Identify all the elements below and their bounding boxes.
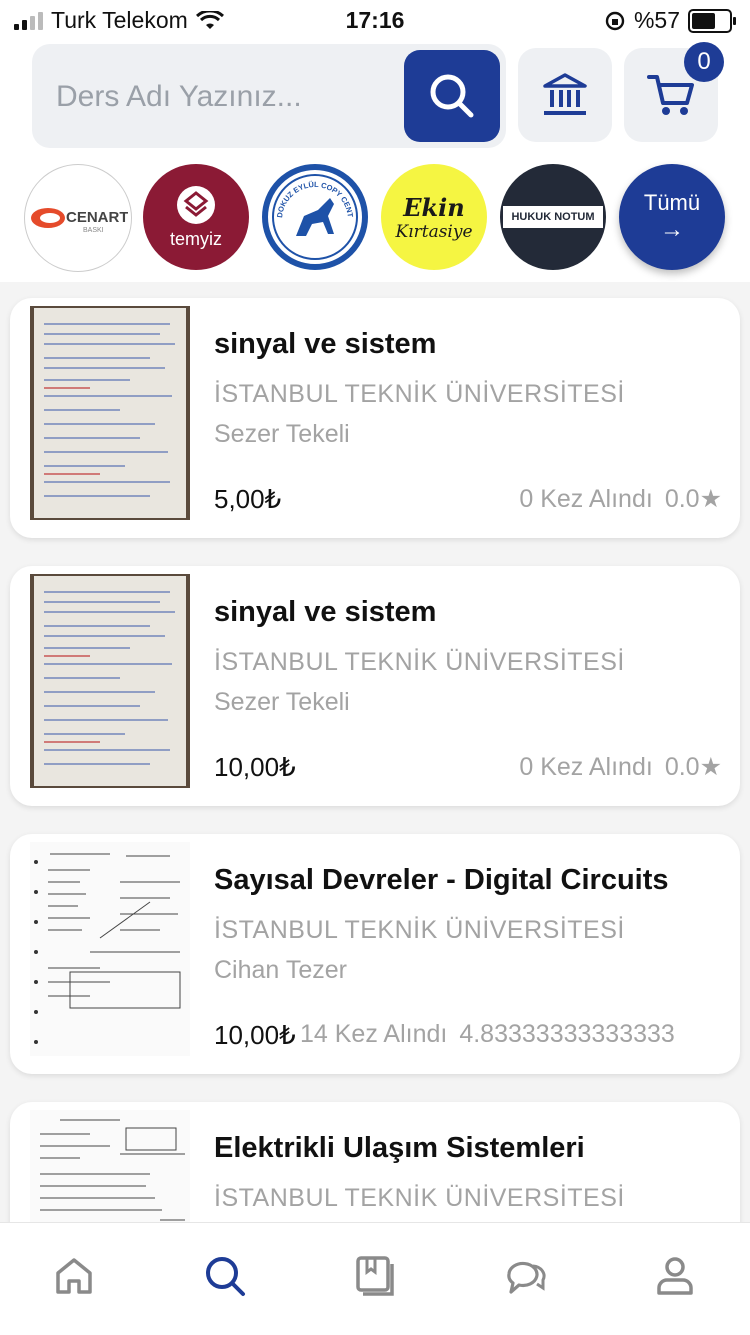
note-university: İSTANBUL TEKNİK ÜNİVERSİTESİ bbox=[214, 648, 625, 676]
note-rating-value: 4.83333333333333 bbox=[459, 1020, 675, 1048]
note-rating: 4.83333333333333 bbox=[459, 1020, 675, 1049]
status-bar: Turk Telekom 17:16 %57 bbox=[0, 0, 750, 42]
svg-text:DOKUZ EYLÜL COPY CENTER: DOKUZ EYLÜL COPY CENTER bbox=[268, 170, 355, 218]
note-university: İSTANBUL TEKNİK ÜNİVERSİTESİ bbox=[214, 380, 625, 408]
dokuz-eylul-logo: DOKUZ EYLÜL COPY CENTER bbox=[268, 170, 358, 260]
cart-button[interactable]: 0 bbox=[624, 42, 724, 142]
note-university: İSTANBUL TEKNİK ÜNİVERSİTESİ bbox=[214, 916, 625, 944]
store-dokuz-eylul-name: DOKUZ EYLÜL COPY CENTER bbox=[268, 170, 355, 218]
store-temyiz-name: temyiz bbox=[169, 228, 222, 249]
note-title: sinyal ve sistem bbox=[214, 328, 437, 360]
store-ekin-name: Ekin bbox=[403, 192, 465, 222]
cenart-logo: CENART BASKI bbox=[31, 208, 128, 234]
tab-home[interactable] bbox=[49, 1251, 99, 1301]
all-stores-button[interactable]: Tümü → bbox=[619, 164, 725, 270]
note-card[interactable]: Sayısal Devreler - Digital Circuits İSTA… bbox=[10, 834, 740, 1074]
cart-icon bbox=[647, 75, 694, 115]
store-temyiz[interactable]: temyiz bbox=[143, 164, 249, 270]
note-sold-count: 14 Kez Alındı bbox=[300, 1020, 448, 1048]
rotation-lock-icon bbox=[605, 11, 625, 30]
tab-notes[interactable] bbox=[350, 1251, 400, 1301]
note-rating: 0.0★ bbox=[665, 752, 722, 782]
bank-icon bbox=[543, 73, 587, 115]
note-rating-value: 0.0 bbox=[664, 753, 700, 781]
note-meta: 0 Kez Alındı 0.0★ bbox=[519, 484, 722, 514]
note-card[interactable]: sinyal ve sistem İSTANBUL TEKNİK ÜNİVERS… bbox=[10, 298, 740, 538]
search-bar bbox=[32, 44, 506, 148]
note-card[interactable]: sinyal ve sistem İSTANBUL TEKNİK ÜNİVERS… bbox=[10, 566, 740, 806]
search-icon bbox=[430, 74, 474, 118]
temyiz-logo-icon bbox=[177, 185, 215, 224]
store-ekin[interactable]: Ekin Kırtasiye bbox=[381, 164, 487, 270]
bottom-tab-bar bbox=[0, 1222, 750, 1335]
note-price: 5,00₺ bbox=[214, 484, 282, 514]
note-price: 10,00₺ bbox=[214, 752, 296, 782]
note-meta: 0 Kez Alındı 0.0★ bbox=[519, 752, 722, 782]
note-university: İSTANBUL TEKNİK ÜNİVERSİTESİ bbox=[214, 1184, 625, 1212]
cart-count-badge: 0 bbox=[684, 42, 724, 82]
search-button[interactable] bbox=[404, 50, 500, 142]
tab-search[interactable] bbox=[200, 1251, 250, 1301]
store-hukuk-notum[interactable]: HUKUK NOTUM bbox=[500, 164, 606, 270]
store-ekin-sub: Kırtasiye bbox=[395, 221, 473, 242]
note-thumbnail bbox=[30, 306, 190, 520]
battery-icon bbox=[688, 8, 736, 33]
tab-messages[interactable] bbox=[500, 1251, 550, 1301]
note-thumbnail bbox=[30, 842, 190, 1056]
tab-profile[interactable] bbox=[650, 1251, 700, 1301]
store-cenart-sub: BASKI bbox=[83, 227, 104, 234]
note-price: 10,00₺ bbox=[214, 1020, 296, 1050]
note-thumbnail bbox=[30, 574, 190, 788]
star-icon: ★ bbox=[699, 485, 722, 513]
status-right: %57 bbox=[604, 7, 736, 34]
search-input[interactable] bbox=[54, 70, 418, 124]
store-carousel: CENART BASKI temyiz DOKUZ EYLÜL COPY CEN… bbox=[24, 164, 734, 274]
store-cenart[interactable]: CENART BASKI bbox=[24, 164, 132, 272]
store-cenart-name: CENART bbox=[66, 209, 128, 226]
note-rating-value: 0.0 bbox=[664, 485, 700, 513]
search-icon bbox=[206, 1257, 245, 1296]
note-title: Elektrikli Ulaşım Sistemleri bbox=[214, 1132, 585, 1164]
note-sold-count: 0 Kez Alındı bbox=[519, 752, 653, 781]
note-meta: 14 Kez Alındı 4.83333333333333 bbox=[300, 1020, 724, 1049]
note-sold-count: 0 Kez Alındı bbox=[519, 484, 653, 513]
institution-button[interactable] bbox=[518, 48, 612, 142]
note-teacher: Sezer Tekeli bbox=[214, 420, 350, 448]
notes-list: sinyal ve sistem İSTANBUL TEKNİK ÜNİVERS… bbox=[0, 282, 750, 1222]
note-title: Sayısal Devreler - Digital Circuits bbox=[214, 864, 669, 896]
note-rating: 0.0★ bbox=[665, 484, 722, 514]
note-title: sinyal ve sistem bbox=[214, 596, 437, 628]
store-dokuz-eylul[interactable]: DOKUZ EYLÜL COPY CENTER bbox=[262, 164, 368, 270]
note-teacher: Cihan Tezer bbox=[214, 956, 347, 984]
star-icon: ★ bbox=[699, 753, 722, 781]
arrow-right-icon: → bbox=[660, 216, 684, 243]
header: 0 CENART BASKI temyiz bbox=[0, 42, 750, 282]
chat-icon bbox=[507, 1261, 546, 1294]
notes-icon bbox=[356, 1256, 394, 1296]
store-hukuk-notum-name: HUKUK NOTUM bbox=[511, 211, 595, 223]
all-stores-label: Tümü bbox=[643, 190, 701, 215]
note-thumbnail bbox=[30, 1110, 190, 1222]
battery-percent: %57 bbox=[633, 7, 680, 33]
note-card[interactable]: Elektrikli Ulaşım Sistemleri İSTANBUL TE… bbox=[10, 1102, 740, 1222]
hukuk-notum-banner: HUKUK NOTUM bbox=[503, 206, 603, 228]
note-teacher: Sezer Tekeli bbox=[214, 688, 350, 716]
home-icon bbox=[56, 1258, 92, 1294]
profile-icon bbox=[657, 1257, 693, 1295]
